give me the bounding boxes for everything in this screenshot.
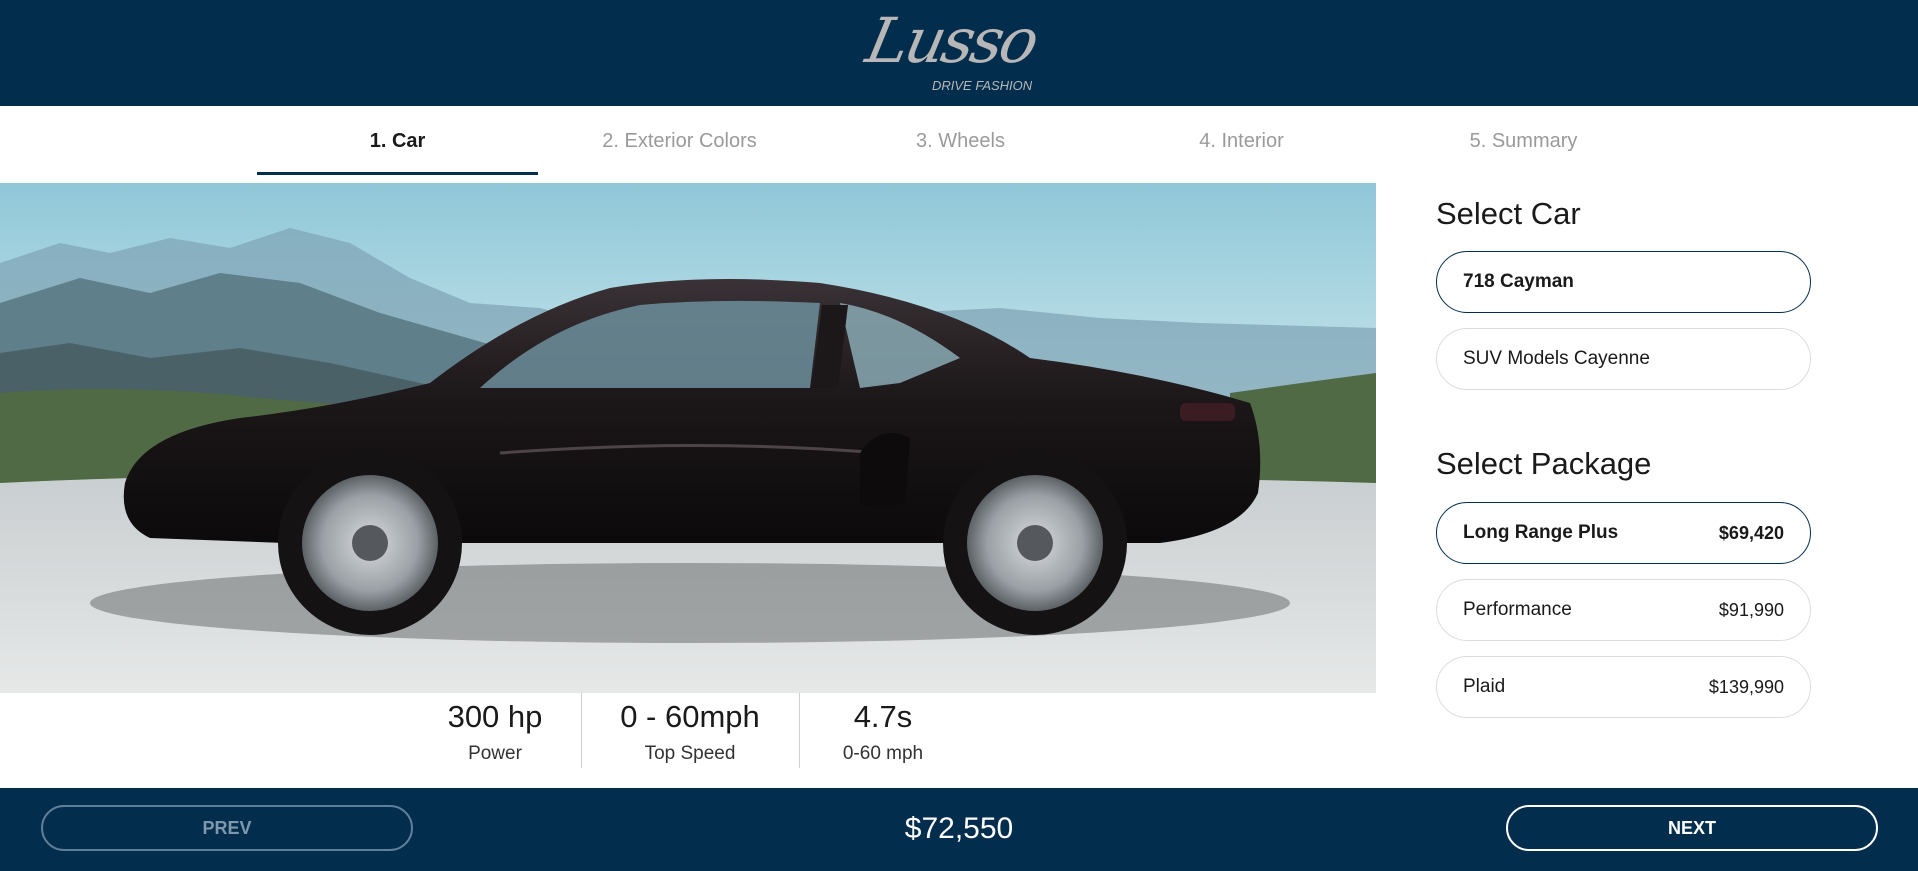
select-car-title: Select Car [1436, 196, 1581, 231]
tab-summary[interactable]: 5. Summary [1383, 106, 1664, 176]
tab-exterior-colors[interactable]: 2. Exterior Colors [539, 106, 820, 176]
footer-bar: PREV $72,550 NEXT [0, 788, 1918, 871]
package-option-price: $139,990 [1708, 676, 1784, 697]
package-option-long-range-plus[interactable]: Long Range Plus $69,420 [1436, 502, 1811, 564]
package-option-label: Long Range Plus [1463, 522, 1619, 543]
car-option-suv-cayenne[interactable]: SUV Models Cayenne [1436, 328, 1811, 390]
brand-logo[interactable]: Lusso DRIVE FASHION [860, 4, 1050, 98]
spec-acceleration-label: 0-60 mph [842, 743, 924, 764]
select-package-title: Select Package [1436, 446, 1652, 481]
spec-acceleration: 4.7s 0-60 mph [828, 693, 938, 768]
tab-wheels[interactable]: 3. Wheels [820, 106, 1101, 176]
package-option-performance[interactable]: Performance $91,990 [1436, 579, 1811, 641]
brand-logo-tagline: DRIVE FASHION [932, 78, 1033, 93]
spec-divider [581, 693, 582, 768]
spec-acceleration-value: 4.7s [853, 699, 913, 734]
package-option-label: Plaid [1463, 676, 1506, 697]
spec-top-speed-label: Top Speed [644, 743, 736, 764]
car-image [0, 183, 1376, 693]
car-option-label: SUV Models Cayenne [1463, 348, 1650, 369]
package-option-price: $69,420 [1718, 522, 1784, 543]
package-option-price: $91,990 [1718, 599, 1784, 620]
package-option-plaid[interactable]: Plaid $139,990 [1436, 656, 1811, 718]
spec-stats: 300 hp Power 0 - 60mph Top Speed 4.7s 0-… [0, 693, 1376, 788]
spec-power: 300 hp Power [435, 693, 555, 768]
header-bar: Lusso DRIVE FASHION [0, 0, 1918, 106]
spec-top-speed: 0 - 60mph Top Speed [610, 693, 770, 768]
next-button[interactable]: NEXT [1506, 805, 1878, 851]
total-price: $72,550 [904, 812, 1014, 845]
prev-button[interactable]: PREV [41, 805, 413, 851]
brand-logo-wordmark: Lusso [860, 4, 1043, 77]
car-option-label: 718 Cayman [1463, 271, 1574, 292]
car-option-718-cayman[interactable]: 718 Cayman [1436, 251, 1811, 313]
tab-car[interactable]: 1. Car [257, 106, 538, 175]
spec-divider [799, 693, 800, 768]
package-option-label: Performance [1463, 599, 1572, 620]
step-tabs: 1. Car 2. Exterior Colors 3. Wheels 4. I… [0, 106, 1918, 176]
tab-interior[interactable]: 4. Interior [1101, 106, 1382, 176]
spec-top-speed-value: 0 - 60mph [620, 699, 760, 734]
spec-power-label: Power [468, 743, 522, 764]
spec-power-value: 300 hp [447, 699, 543, 734]
